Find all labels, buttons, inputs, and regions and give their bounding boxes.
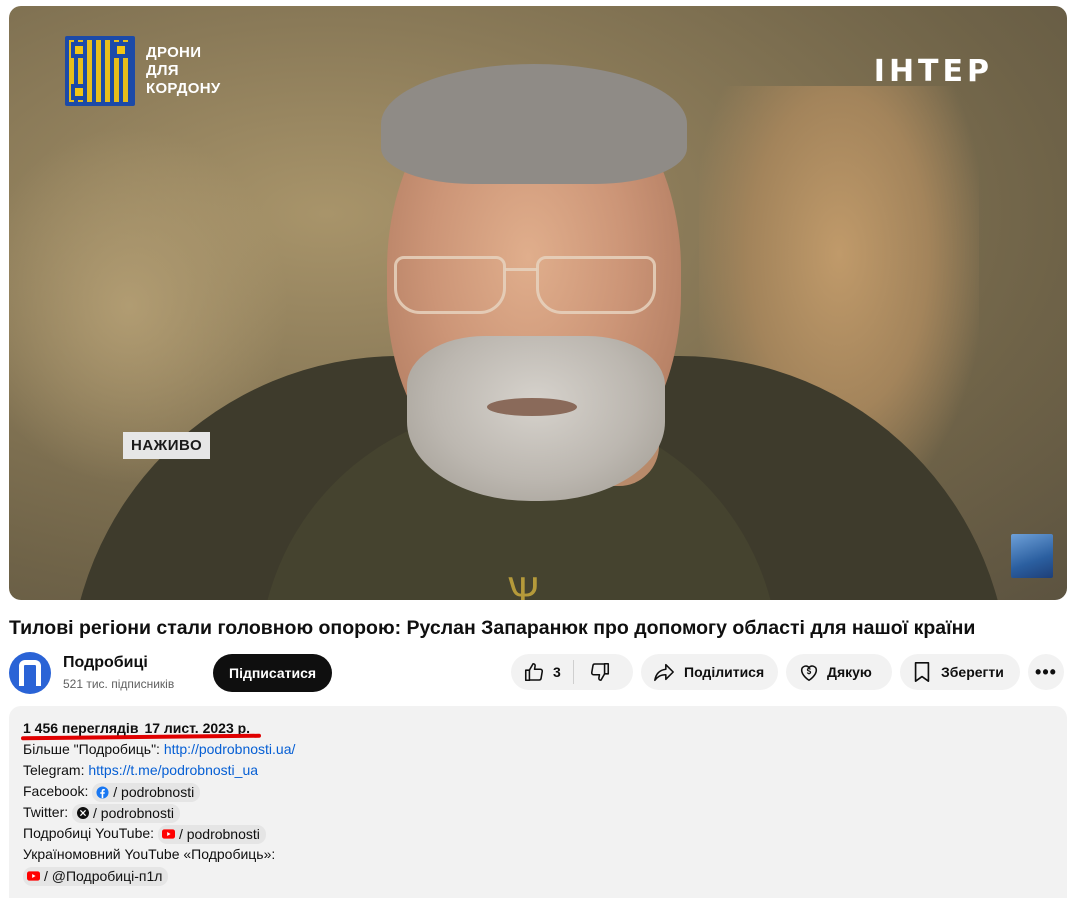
description-line-twitter: Twitter: / podrobnosti (23, 802, 1053, 823)
more-dots-icon: ••• (1035, 661, 1057, 682)
share-arrow-icon (653, 661, 675, 683)
subscribe-button[interactable]: Підписатися (213, 654, 333, 692)
facebook-chip[interactable]: / podrobnosti (92, 782, 201, 802)
description-line-ua-youtube: Україномовний YouTube «Подробиць»: (23, 846, 276, 862)
view-count: 1 456 переглядів (23, 720, 139, 736)
trident-emblem-icon: Ѱ (507, 570, 539, 600)
x-logo-icon (76, 807, 89, 820)
thanks-button[interactable]: Дякую (786, 654, 892, 690)
thanks-label: Дякую (827, 664, 872, 680)
video-meta: 1 456 переглядів 17 лист. 2023 р. (20, 718, 262, 741)
promo-text: ДРОНИ ДЛЯ КОРДОНУ (146, 44, 221, 97)
dislike-button[interactable] (574, 654, 626, 690)
like-button[interactable]: 3 (511, 654, 573, 690)
website-link[interactable]: http://podrobnosti.ua/ (164, 741, 296, 757)
youtube-icon (161, 828, 175, 841)
owner-row: Подробиці 521 тис. підписників Підписати… (9, 652, 1069, 696)
ua-youtube-chip[interactable]: / @Подробиці-п1л (23, 866, 169, 886)
heart-dollar-icon (798, 661, 820, 683)
live-badge: НАЖИВО (123, 432, 211, 459)
video-title: Тилові регіони стали головною опорою: Ру… (9, 617, 976, 639)
save-button[interactable]: Зберегти (900, 654, 1020, 690)
description-line-telegram: Telegram: https://t.me/podrobnosti_ua (23, 762, 259, 778)
glasses (394, 256, 506, 314)
thumbs-up-icon (523, 661, 545, 683)
qr-code-icon (65, 36, 135, 106)
more-actions-button[interactable]: ••• (1028, 654, 1064, 690)
telegram-link[interactable]: https://t.me/podrobnosti_ua (88, 762, 258, 778)
bookmark-icon (912, 661, 932, 683)
video-player[interactable]: Ѱ ДРОНИ ДЛЯ КОРДОНУ ІНТЕР НАЖИВО (9, 6, 1067, 600)
share-label: Поділитися (684, 664, 765, 680)
description-line-youtube: Подробиці YouTube: / podrobnosti (23, 823, 1053, 844)
broadcaster-logo: ІНТЕР (873, 54, 993, 89)
description-line-facebook: Facebook: / podrobnosti (23, 781, 1053, 802)
share-button[interactable]: Поділитися (641, 654, 778, 690)
description-line-ua-youtube-handle: / @Подробиці-п1л (23, 865, 1053, 886)
channel-bug-icon (1011, 534, 1053, 578)
avatar[interactable] (9, 652, 51, 694)
channel-logo-icon (19, 660, 41, 686)
like-count: 3 (553, 664, 561, 680)
twitter-chip[interactable]: / podrobnosti (72, 803, 180, 823)
save-label: Зберегти (941, 664, 1004, 680)
youtube-icon (27, 870, 40, 883)
like-dislike-group: 3 (511, 654, 633, 690)
facebook-icon (96, 786, 109, 799)
description-box[interactable]: 1 456 переглядів 17 лист. 2023 р. Більше … (9, 706, 1067, 898)
youtube-chip[interactable]: / podrobnosti (157, 824, 266, 844)
thumbs-down-icon (589, 661, 611, 683)
channel-name[interactable]: Подробиці (63, 654, 148, 672)
subscriber-count: 521 тис. підписників (63, 677, 175, 691)
description-line-website: Більше "Подробиць": http://podrobnosti.u… (23, 741, 296, 757)
